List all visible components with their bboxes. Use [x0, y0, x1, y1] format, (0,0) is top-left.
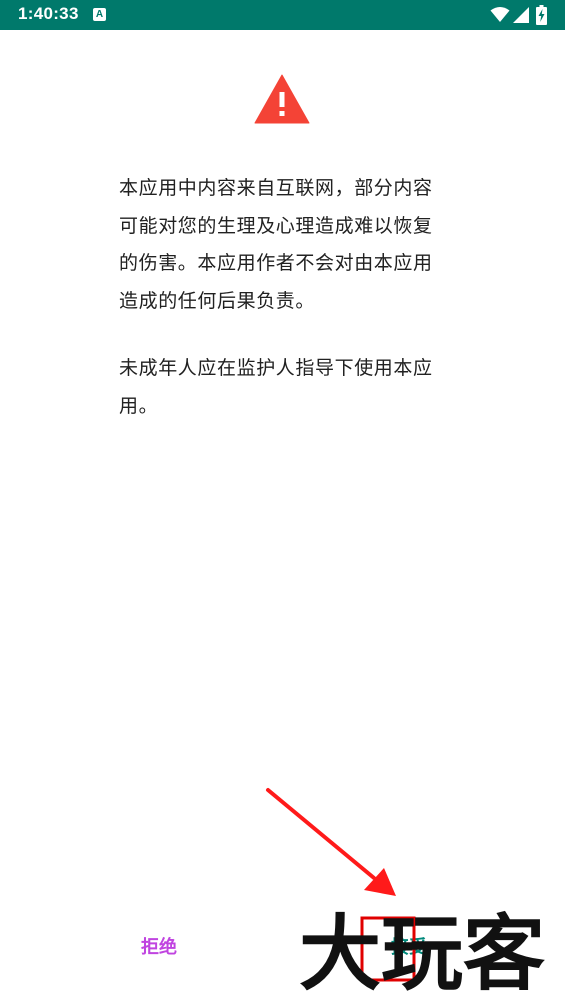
status-bar: 1:40:33 A — [0, 0, 565, 30]
disclaimer-paragraph-2: 未成年人应在监护人指导下使用本应用。 — [119, 357, 433, 417]
wifi-icon — [490, 7, 510, 22]
watermark-logo: 大玩客 — [299, 907, 545, 998]
battery-charging-icon — [536, 5, 547, 25]
a-badge-icon: A — [93, 8, 106, 21]
disclaimer-text: 本应用中内容来自互联网，部分内容可能对您的生理及心理造成难以恢复的伤害。本应用作… — [119, 170, 449, 455]
watermark-arrow-icon — [266, 788, 396, 896]
status-time: 1:40:33 — [18, 4, 79, 23]
warning-triangle-icon — [254, 74, 310, 124]
decline-button[interactable]: 拒绝 — [114, 928, 204, 968]
watermark-logo-text: 大玩客 — [299, 907, 545, 998]
disclaimer-paragraph-1: 本应用中内容来自互联网，部分内容可能对您的生理及心理造成难以恢复的伤害。本应用作… — [119, 177, 433, 312]
signal-icon — [513, 7, 529, 23]
